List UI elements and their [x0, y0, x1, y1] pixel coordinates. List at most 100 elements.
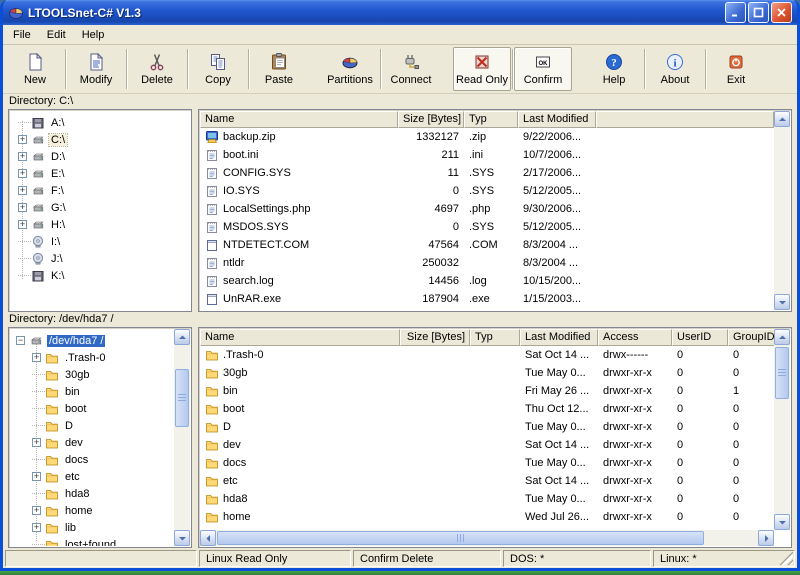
column-header-size-bytes[interactable]: Size [Bytes]: [398, 111, 464, 128]
toolbar-about-button[interactable]: iAbout: [646, 47, 704, 91]
file-row-home[interactable]: homeWed Jul 26...drwxr-xr-x00: [200, 508, 774, 526]
tree-item-d-drive[interactable]: +D:\: [10, 148, 190, 165]
tree-expander-plus-icon[interactable]: +: [32, 523, 41, 532]
tree-item-lib[interactable]: +lib: [10, 519, 174, 536]
toolbar-new-button[interactable]: New: [6, 47, 64, 91]
file-row-backup-zip[interactable]: backup.zip1332127.zip9/22/2006...: [200, 128, 774, 146]
column-header-userid[interactable]: UserID: [672, 329, 728, 346]
column-header-access[interactable]: Access: [598, 329, 672, 346]
tree-item-trash-0[interactable]: +.Trash-0: [10, 349, 174, 366]
scrollbar-thumb[interactable]: [775, 347, 789, 399]
toolbar-connect-button[interactable]: Connect: [382, 47, 440, 91]
linux-tree-vertical-scrollbar[interactable]: [174, 329, 190, 546]
scroll-up-icon[interactable]: [174, 329, 190, 345]
tree-expander-plus-icon[interactable]: +: [18, 152, 27, 161]
tree-item-hda8[interactable]: hda8: [10, 485, 174, 502]
minimize-button[interactable]: [725, 2, 746, 23]
toolbar-copy-button[interactable]: Copy: [189, 47, 247, 91]
tree-item-d[interactable]: D: [10, 417, 174, 434]
tree-expander-plus-icon[interactable]: +: [18, 220, 27, 229]
tree-expander-plus-icon[interactable]: +: [32, 506, 41, 515]
close-button[interactable]: [771, 2, 792, 23]
file-row-boot[interactable]: bootThu Oct 12...drwxr-xr-x00: [200, 400, 774, 418]
file-row-dev[interactable]: devSat Oct 14 ...drwxr-xr-x00: [200, 436, 774, 454]
file-row-config-sys[interactable]: CONFIG.SYS11.SYS2/17/2006...: [200, 164, 774, 182]
file-row-30gb[interactable]: 30gbTue May 0...drwxr-xr-x00: [200, 364, 774, 382]
tree-item-bin[interactable]: bin: [10, 383, 174, 400]
scroll-up-icon[interactable]: [774, 329, 790, 345]
maximize-button[interactable]: [748, 2, 769, 23]
column-header-last-modified[interactable]: Last Modified: [518, 111, 596, 128]
column-header-size-bytes[interactable]: Size [Bytes]: [400, 329, 470, 346]
dos-list-vertical-scrollbar[interactable]: [774, 111, 790, 310]
tree-item-i-drive[interactable]: I:\: [10, 233, 190, 250]
toolbar-partitions-button[interactable]: Partitions: [321, 47, 379, 91]
toolbar-help-button[interactable]: ?Help: [585, 47, 643, 91]
column-header-name[interactable]: Name: [200, 111, 398, 128]
file-row-msdos-sys[interactable]: MSDOS.SYS0.SYS5/12/2005...: [200, 218, 774, 236]
title-bar[interactable]: LTOOLSnet-C# V1.3: [3, 0, 797, 25]
tree-item-lost-found[interactable]: lost+found: [10, 536, 174, 546]
tree-expander-plus-icon[interactable]: +: [32, 438, 41, 447]
file-row-trash-0[interactable]: .Trash-0Sat Oct 14 ...drwx------00: [200, 346, 774, 364]
file-row-hda8[interactable]: hda8Tue May 0...drwxr-xr-x00: [200, 490, 774, 508]
file-row-search-log[interactable]: search.log14456.log10/15/200...: [200, 272, 774, 290]
tree-expander-plus-icon[interactable]: +: [18, 169, 27, 178]
scrollbar-thumb[interactable]: [175, 369, 189, 427]
column-header-typ[interactable]: Typ: [470, 329, 520, 346]
tree-expander-minus-icon[interactable]: −: [16, 336, 25, 345]
column-header-groupid[interactable]: GroupID: [728, 329, 774, 346]
tree-item-docs[interactable]: docs: [10, 451, 174, 468]
column-header-name[interactable]: Name: [200, 329, 400, 346]
tree-item-etc[interactable]: +etc: [10, 468, 174, 485]
tree-item-home[interactable]: +home: [10, 502, 174, 519]
scrollbar-thumb[interactable]: [217, 531, 704, 545]
column-header-last-modified[interactable]: Last Modified: [520, 329, 598, 346]
file-row-ntldr[interactable]: ntldr2500328/3/2004 ...: [200, 254, 774, 272]
scroll-left-icon[interactable]: [200, 530, 216, 546]
tree-item-h-drive[interactable]: +H:\: [10, 216, 190, 233]
file-row-ntdetect-com[interactable]: NTDETECT.COM47564.COM8/3/2004 ...: [200, 236, 774, 254]
tree-item-boot[interactable]: boot: [10, 400, 174, 417]
tree-expander-plus-icon[interactable]: +: [18, 186, 27, 195]
menu-help[interactable]: Help: [74, 27, 113, 43]
toolbar-delete-button[interactable]: Delete: [128, 47, 186, 91]
tree-item-e-drive[interactable]: +E:\: [10, 165, 190, 182]
toolbar-paste-button[interactable]: Paste: [250, 47, 308, 91]
scroll-down-icon[interactable]: [774, 294, 790, 310]
scroll-down-icon[interactable]: [174, 530, 190, 546]
column-header-typ[interactable]: Typ: [464, 111, 518, 128]
resize-grip[interactable]: [780, 552, 793, 565]
tree-expander-plus-icon[interactable]: +: [18, 135, 27, 144]
file-row-io-sys[interactable]: IO.SYS0.SYS5/12/2005...: [200, 182, 774, 200]
tree-item-a-drive[interactable]: A:\: [10, 114, 190, 131]
file-row-docs[interactable]: docsTue May 0...drwxr-xr-x00: [200, 454, 774, 472]
tree-expander-plus-icon[interactable]: +: [32, 472, 41, 481]
tree-item-f-drive[interactable]: +F:\: [10, 182, 190, 199]
file-row-localsettings-php[interactable]: LocalSettings.php4697.php9/30/2006...: [200, 200, 774, 218]
toolbar-exit-button[interactable]: Exit: [707, 47, 765, 91]
file-row-boot-ini[interactable]: boot.ini211.ini10/7/2006...: [200, 146, 774, 164]
file-row-unrar-exe[interactable]: UnRAR.exe187904.exe1/15/2003...: [200, 290, 774, 308]
tree-item-dev[interactable]: +dev: [10, 434, 174, 451]
scroll-down-icon[interactable]: [774, 514, 790, 530]
tree-item-k-drive[interactable]: K:\: [10, 267, 190, 284]
toolbar-read-only-button[interactable]: Read Only: [453, 47, 511, 91]
scroll-up-icon[interactable]: [774, 111, 790, 127]
tree-item-c-drive[interactable]: +C:\: [10, 131, 190, 148]
tree-expander-plus-icon[interactable]: +: [32, 353, 41, 362]
toolbar-confirm-button[interactable]: OKConfirm: [514, 47, 572, 91]
linux-list-horizontal-scrollbar[interactable]: [200, 530, 774, 546]
tree-expander-plus-icon[interactable]: +: [18, 203, 27, 212]
scroll-right-icon[interactable]: [758, 530, 774, 546]
tree-item-j-drive[interactable]: J:\: [10, 250, 190, 267]
tree-item-root[interactable]: −/dev/hda7 /: [10, 332, 174, 349]
menu-file[interactable]: File: [5, 27, 39, 43]
toolbar-modify-button[interactable]: Modify: [67, 47, 125, 91]
tree-item-g-drive[interactable]: +G:\: [10, 199, 190, 216]
tree-item-30gb[interactable]: 30gb: [10, 366, 174, 383]
file-row-d[interactable]: DTue May 0...drwxr-xr-x00: [200, 418, 774, 436]
linux-list-vertical-scrollbar[interactable]: [774, 329, 790, 530]
file-row-etc[interactable]: etcSat Oct 14 ...drwxr-xr-x00: [200, 472, 774, 490]
menu-edit[interactable]: Edit: [39, 27, 74, 43]
